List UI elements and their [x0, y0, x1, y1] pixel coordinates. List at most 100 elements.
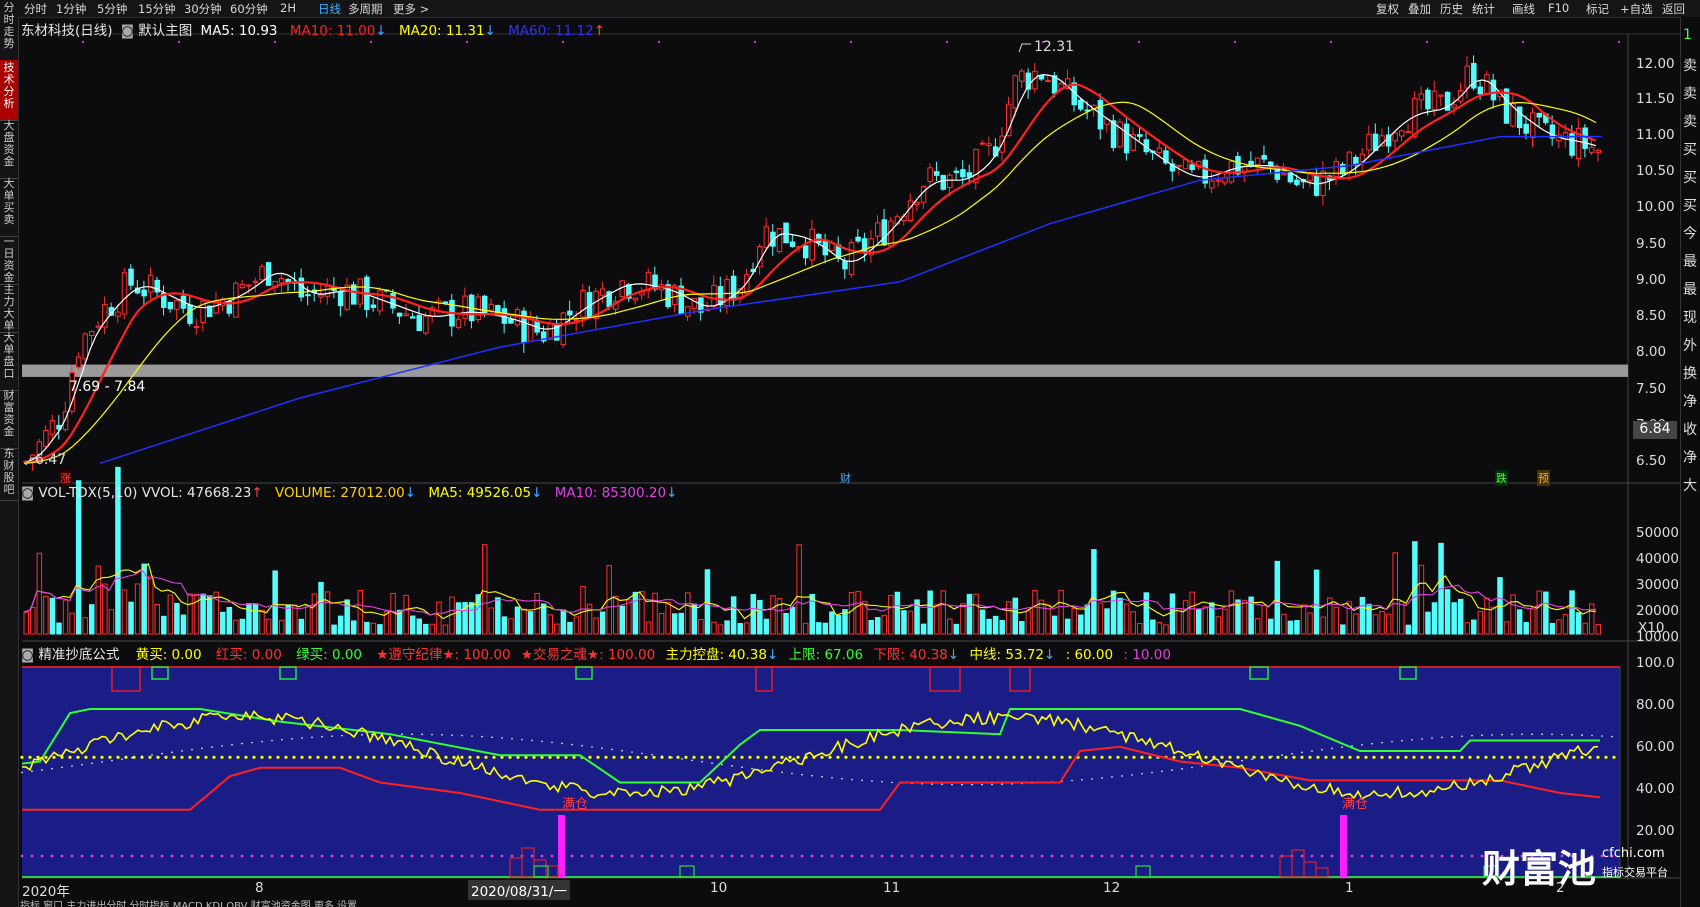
- candle-body: [187, 304, 193, 324]
- dot: [1091, 778, 1093, 780]
- candle-body: [252, 280, 259, 283]
- dot: [131, 756, 133, 759]
- level10-dot: [670, 854, 674, 858]
- level10-dot: [620, 854, 624, 858]
- dot: [521, 738, 523, 741]
- volume-bar: [75, 480, 82, 635]
- volume-bar: [953, 623, 960, 635]
- dot: [401, 733, 403, 736]
- indicator-tabs[interactable]: 指标 窗口 主力进出分时 分时指标 MACD KDJ OBV 财富池资金图 更多…: [20, 897, 357, 907]
- mid-dot: [1308, 755, 1312, 759]
- mid-dot: [1340, 755, 1344, 759]
- candle-body: [1078, 99, 1084, 110]
- level10-dot: [1070, 854, 1074, 858]
- level10-dot: [580, 854, 584, 858]
- volume-bar: [1536, 590, 1543, 635]
- template-label[interactable]: 默认主图: [138, 23, 192, 39]
- level10-dot: [1080, 854, 1084, 858]
- candle-body: [1019, 70, 1025, 82]
- mid-dot: [1484, 755, 1488, 759]
- volume-bar: [678, 612, 684, 635]
- signal-dot: [178, 41, 180, 43]
- level10-dot: [160, 854, 164, 858]
- volume-bar: [1431, 602, 1438, 635]
- rise-marker: 涨: [59, 470, 72, 486]
- level10-dot: [480, 854, 484, 858]
- chart-canvas[interactable]: [0, 0, 1700, 907]
- candle-body: [580, 290, 586, 318]
- mid-dot: [1268, 755, 1272, 759]
- collapse-icon[interactable]: ◙: [21, 485, 34, 501]
- quote-field-label: 卖: [1683, 58, 1697, 74]
- level10-dot: [390, 854, 394, 858]
- mid-dot: [892, 755, 896, 759]
- mid-dot: [1124, 755, 1128, 759]
- collapse-icon[interactable]: ◙: [21, 647, 34, 663]
- mid-dot: [268, 755, 272, 759]
- dot: [171, 751, 173, 754]
- candle-body: [1477, 86, 1484, 95]
- candle-body: [1123, 123, 1130, 154]
- candle-body: [1464, 65, 1470, 89]
- mid-dot: [1508, 755, 1512, 759]
- candle-body: [423, 315, 429, 334]
- level10-dot: [780, 854, 784, 858]
- level10-dot: [650, 854, 654, 858]
- level10-dot: [640, 854, 644, 858]
- dot: [1491, 734, 1493, 736]
- right-quote-panel: 1卖卖卖买买买今最最现外换净收净大: [1680, 17, 1700, 907]
- dot: [1381, 741, 1383, 744]
- level10-dot: [630, 854, 634, 858]
- volume-bar: [671, 613, 678, 635]
- mid-dot: [452, 755, 456, 759]
- dot: [1071, 779, 1073, 782]
- mid-dot: [1612, 755, 1616, 759]
- mid-dot: [1388, 755, 1392, 759]
- dot: [1321, 748, 1323, 751]
- level10-dot: [230, 854, 234, 858]
- level10-dot: [140, 854, 144, 858]
- volume-bar: [377, 624, 383, 635]
- level10-dot: [70, 854, 74, 858]
- volume-bar: [1372, 614, 1379, 635]
- volume-bar: [1503, 621, 1510, 635]
- mid-dot: [852, 755, 856, 759]
- volume-bar: [390, 592, 396, 635]
- volume-bar: [560, 609, 567, 635]
- volume-bar: [259, 609, 265, 635]
- volume-bar: [783, 612, 789, 635]
- dot: [1501, 733, 1503, 736]
- dot: [641, 752, 643, 755]
- dot: [1441, 736, 1443, 739]
- volume-bar: [593, 617, 599, 635]
- mid-dot: [1492, 755, 1496, 759]
- level10-dot: [240, 854, 244, 858]
- volume-bar: [947, 618, 953, 635]
- collapse-icon[interactable]: ◙: [121, 23, 134, 39]
- candle-body: [789, 241, 796, 247]
- mid-dot: [684, 755, 688, 759]
- level10-dot: [190, 854, 194, 858]
- volume-bar: [1477, 610, 1484, 635]
- dot: [691, 759, 693, 762]
- dot: [1221, 762, 1223, 765]
- mid-dot: [492, 755, 496, 759]
- volume-bar: [429, 623, 436, 635]
- level10-dot: [260, 854, 264, 858]
- mid-dot: [908, 755, 912, 759]
- candle-body: [370, 304, 377, 308]
- volume-bar: [888, 594, 894, 635]
- level10-dot: [1310, 854, 1314, 858]
- volume-bar: [789, 606, 796, 635]
- ma5-label: MA5: 10.93: [200, 23, 278, 39]
- candle-body: [979, 142, 986, 145]
- volume-bar: [979, 609, 986, 635]
- dot: [1411, 738, 1413, 741]
- mid-dot: [860, 755, 864, 759]
- mid-dot: [212, 755, 216, 759]
- level10-dot: [130, 854, 134, 858]
- dot: [591, 746, 593, 748]
- signal-dot: [1330, 41, 1332, 43]
- mid-dot: [1068, 755, 1072, 759]
- dot: [1141, 772, 1143, 775]
